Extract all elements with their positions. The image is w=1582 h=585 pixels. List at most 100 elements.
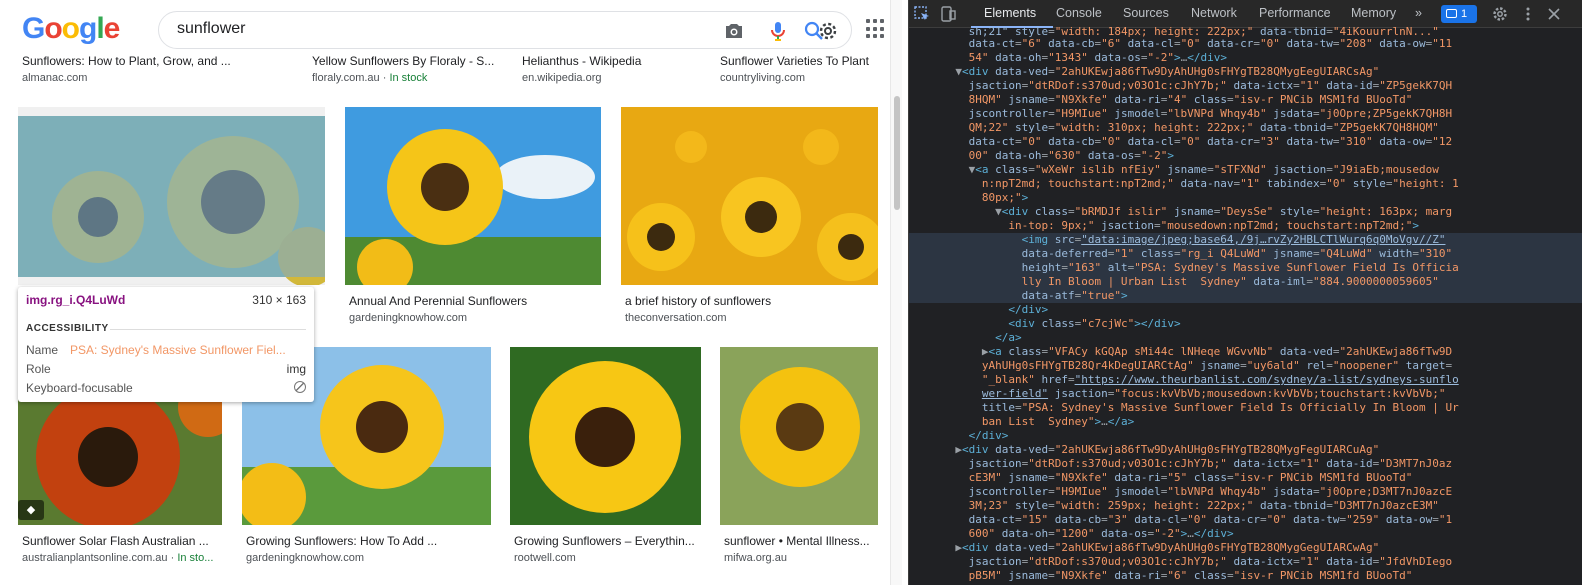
issues-badge[interactable]: 1 — [1441, 5, 1477, 23]
dom-line[interactable]: </div> — [909, 429, 1582, 443]
dom-line[interactable]: ▶<a class="VFACy kGQAp sMi44c lNHeqe WGv… — [909, 345, 1582, 359]
tab-console[interactable]: Console — [1056, 6, 1102, 20]
dom-line[interactable]: QM;22" style="width: 310px; height: 222p… — [909, 121, 1582, 135]
dom-line[interactable]: data-ct="15" data-cb="3" data-cl="0" dat… — [909, 513, 1582, 527]
result-title[interactable]: a brief history of sunflowers — [625, 294, 875, 308]
dom-line[interactable]: 00" data-oh="630" data-os="-2"> — [909, 149, 1582, 163]
dom-line[interactable]: </div> — [909, 303, 1582, 317]
camera-icon[interactable] — [722, 19, 746, 43]
devtools-toolbar: Elements Console Sources Network Perform… — [909, 0, 1582, 28]
result-title[interactable]: Growing Sunflowers: How To Add ... — [246, 534, 489, 548]
stock-badge: In stock — [389, 72, 428, 84]
settings-icon[interactable] — [816, 19, 840, 43]
dom-line[interactable]: 80px;"> — [909, 191, 1582, 205]
apps-grid-icon[interactable] — [866, 19, 886, 39]
tooltip-role-value: img — [286, 362, 306, 376]
dom-tree[interactable]: sh;21" style="width: 184px; height: 222p… — [909, 25, 1582, 585]
kebab-menu-icon[interactable] — [1519, 5, 1537, 23]
dom-line[interactable]: jscontroller="H9MIue" jsmodel="lbVNPd Wh… — [909, 107, 1582, 121]
page-scrollbar[interactable] — [890, 0, 902, 585]
result-source: en.wikipedia.org — [522, 72, 602, 84]
dom-line[interactable]: <div class="c7cjWc"></div> — [909, 317, 1582, 331]
result-title[interactable]: Helianthus - Wikipedia — [522, 54, 702, 68]
result-source: floraly.com.au · In stock — [312, 72, 428, 84]
dom-line[interactable]: data-ct="0" data-cb="0" data-cl="0" data… — [909, 135, 1582, 149]
dom-line[interactable]: jsaction="dtRDof:s370ud;v03O1c:cJhY7b;" … — [909, 555, 1582, 569]
tab-performance[interactable]: Performance — [1259, 6, 1331, 20]
result-source: rootwell.com — [514, 552, 576, 564]
result-image[interactable] — [345, 107, 601, 285]
dom-line[interactable]: ▶<div data-ved="2ahUKEwja86fTw9DyAhUHg0s… — [909, 541, 1582, 555]
device-toolbar-icon[interactable] — [939, 5, 957, 23]
result-source: gardeningknowhow.com — [349, 312, 468, 324]
result-image[interactable] — [510, 347, 701, 525]
tab-network[interactable]: Network — [1191, 6, 1237, 20]
close-icon[interactable] — [1545, 5, 1563, 23]
dom-line[interactable]: pB5M" jsname="N9Xkfe" data-ri="6" class=… — [909, 569, 1582, 583]
dom-line-selected[interactable]: height="163" alt="PSA: Sydney's Massive … — [909, 261, 1582, 275]
scrollbar-thumb[interactable] — [894, 96, 900, 210]
stock-badge: In sto... — [177, 552, 214, 564]
dom-line[interactable]: in-top: 9px;" jsaction="mousedown:npT2md… — [909, 219, 1582, 233]
dom-line[interactable]: ▼<a class="wXeWr islib nfEiy" jsname="sT… — [909, 163, 1582, 177]
dom-line-selected[interactable]: lly In Bloom | Urban List Sydney" data-i… — [909, 275, 1582, 289]
divider — [110, 329, 306, 330]
result-title[interactable]: Sunflower Varieties To Plant — [720, 54, 878, 68]
dom-line[interactable]: ▶<div data-ved="2ahUKEwja86fTw9DyAhUHg0s… — [909, 443, 1582, 457]
inspect-element-icon[interactable] — [913, 5, 931, 23]
inspect-tooltip: img.rg_i.Q4LuWd 310 × 163 ACCESSIBILITY … — [18, 287, 314, 402]
dom-line[interactable]: ban List Sydney">…</a> — [909, 415, 1582, 429]
result-title[interactable]: Sunflowers: How to Plant, Grow, and ... — [22, 54, 282, 68]
tab-sources[interactable]: Sources — [1123, 6, 1169, 20]
dom-line[interactable]: ▼<div data-ved="2ahUKEwja86fTw9DyAhUHg0s… — [909, 65, 1582, 79]
dom-line[interactable]: 54" data-oh="1343" data-os="-2">…</div> — [909, 51, 1582, 65]
dom-line-selected[interactable]: data-deferred="1" class="rg_i Q4LuWd" js… — [909, 247, 1582, 261]
result-image[interactable] — [720, 347, 878, 525]
tab-elements[interactable]: Elements — [984, 6, 1036, 20]
tooltip-selector: img.rg_i.Q4LuWd — [26, 293, 126, 307]
result-title[interactable]: sunflower • Mental Illness... — [724, 534, 878, 548]
dom-line[interactable]: jscontroller="H9MIue" jsmodel="lbVNPd Wh… — [909, 485, 1582, 499]
dom-line[interactable]: ▼<div class="bRMDJf islir" jsname="DeysS… — [909, 205, 1582, 219]
not-focusable-icon — [294, 381, 306, 393]
tooltip-dimensions: 310 × 163 — [252, 293, 306, 307]
result-title[interactable]: Yellow Sunflowers By Floraly - S... — [312, 54, 497, 68]
dom-line[interactable]: jsaction="dtRDof:s370ud;v03O1c:cJhY7b;" … — [909, 457, 1582, 471]
result-title[interactable]: Annual And Perennial Sunflowers — [349, 294, 599, 308]
result-source: mifwa.org.au — [724, 552, 787, 564]
result-source: countryliving.com — [720, 72, 805, 84]
dom-line[interactable]: </a> — [909, 331, 1582, 345]
result-source: australianplantsonline.com.au · In sto..… — [22, 552, 214, 564]
mic-icon[interactable] — [766, 19, 790, 43]
dom-line[interactable]: "_blank" href="https://www.theurbanlist.… — [909, 373, 1582, 387]
dom-line[interactable]: wer-field" jsaction="focus:kvVbVb;moused… — [909, 387, 1582, 401]
dom-line[interactable]: n:npT2md; touchstart:npT2md;" data-nav="… — [909, 177, 1582, 191]
dom-line[interactable]: 3M;23" style="width: 259px; height: 222p… — [909, 499, 1582, 513]
result-title[interactable]: Sunflower Solar Flash Australian ... — [22, 534, 218, 548]
search-input[interactable] — [177, 20, 677, 38]
dom-line-selected[interactable]: <img src="data:image/jpeg;base64,/9j…rvZ… — [909, 233, 1582, 247]
result-image[interactable] — [621, 107, 878, 285]
result-source: theconversation.com — [625, 312, 727, 324]
gear-icon[interactable] — [1491, 5, 1509, 23]
inspect-highlight-overlay — [18, 116, 325, 277]
tab-memory[interactable]: Memory — [1351, 6, 1396, 20]
dom-line-selected[interactable]: data-atf="true"> — [909, 289, 1582, 303]
dom-line[interactable]: jsaction="dtRDof:s370ud;v03O1c:cJhY7b;" … — [909, 79, 1582, 93]
more-tabs-button[interactable]: » — [1415, 6, 1422, 20]
dom-line[interactable]: title="PSA: Sydney's Massive Sunflower F… — [909, 401, 1582, 415]
google-logo[interactable]: Google — [22, 12, 120, 46]
dom-line[interactable]: 8HQM" jsname="N9Xkfe" data-ri="4" class=… — [909, 93, 1582, 107]
result-title[interactable]: Growing Sunflowers – Everythin... — [514, 534, 700, 548]
search-header: Google — [0, 0, 908, 58]
tag-icon: ◆ — [18, 500, 44, 520]
dom-line[interactable]: 600" data-oh="1200" data-os="-2">…</div> — [909, 527, 1582, 541]
dom-line[interactable]: yAhUHg0sFHYgTB28Qr4kDegUIARCtAg" jsname=… — [909, 359, 1582, 373]
google-images-page: Google Sunflowers: How to Plant, Grow, a… — [0, 0, 908, 585]
dom-line[interactable]: data-ct="6" data-cb="6" data-cl="0" data… — [909, 37, 1582, 51]
message-icon — [1446, 9, 1457, 18]
dom-line[interactable]: cE3M" jsname="N9Xkfe" data-ri="5" class=… — [909, 471, 1582, 485]
result-source: gardeningknowhow.com — [246, 552, 365, 564]
search-box[interactable] — [158, 11, 852, 49]
tooltip-section-title: ACCESSIBILITY — [26, 323, 109, 334]
